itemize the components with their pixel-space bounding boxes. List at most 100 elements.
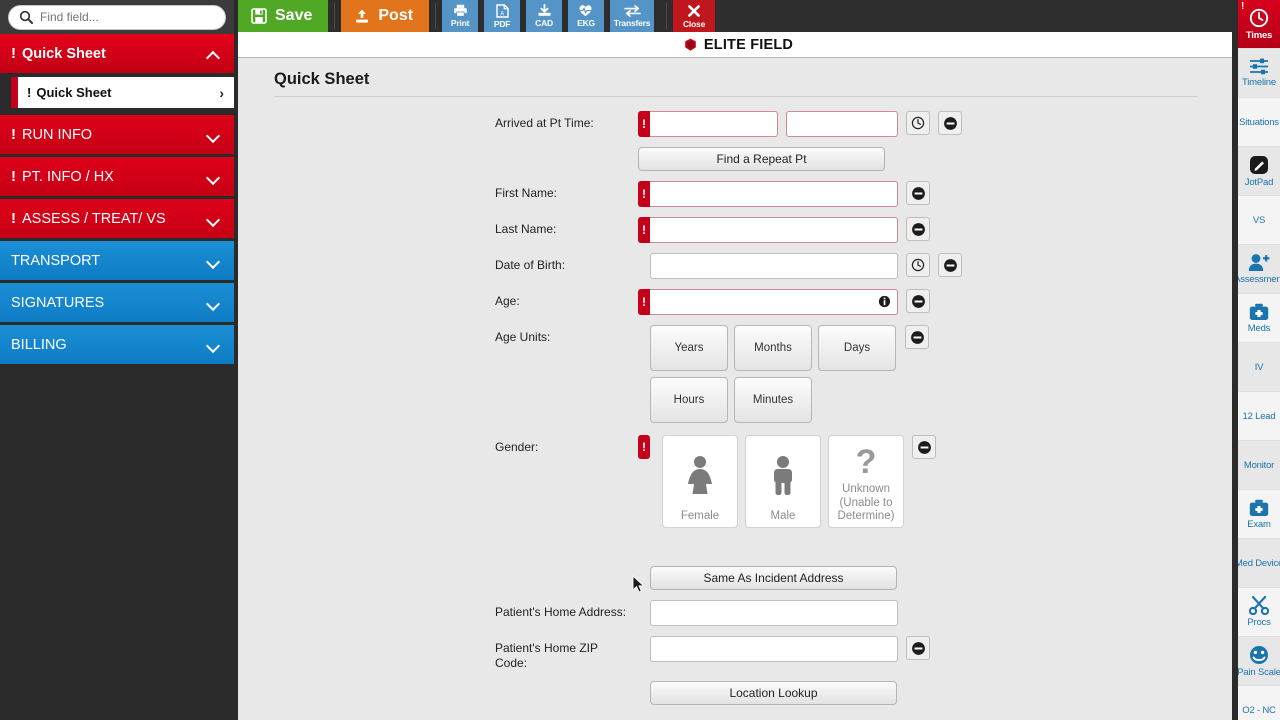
home-zip-input[interactable] xyxy=(650,636,898,662)
print-label: Print xyxy=(450,18,470,28)
first-name-clear-button[interactable] xyxy=(906,181,930,205)
age-info-icon[interactable] xyxy=(878,295,891,308)
required-marker: ! xyxy=(27,85,32,100)
gender-option-unknown[interactable]: ? Unknown (Unable to Determine) xyxy=(828,435,904,528)
rail-item-situations[interactable]: Situations xyxy=(1238,98,1280,147)
date-of-birth-clear-button[interactable] xyxy=(938,253,962,277)
age-unit-hours-button[interactable]: Hours xyxy=(650,377,728,423)
left-sidebar: ! Quick Sheet! Quick Sheet ›! RUN INFO! PT. I… xyxy=(0,0,234,720)
search-input-wrapper[interactable] xyxy=(8,4,226,30)
location-lookup-button[interactable]: Location Lookup xyxy=(650,681,897,705)
field-row-age-units: Age Units: Years Months Days Hours Minutes xyxy=(238,325,1238,423)
save-button[interactable]: Save xyxy=(238,0,329,32)
rail-item-times[interactable]: ! Times xyxy=(1238,0,1280,49)
rail-item-label: Situations xyxy=(1239,116,1279,128)
age-unit-days-button[interactable]: Days xyxy=(818,325,896,371)
rail-item-monitor[interactable]: Monitor xyxy=(1238,441,1280,490)
same-as-incident-address-button[interactable]: Same As Incident Address xyxy=(650,566,897,590)
medkit-icon xyxy=(1249,303,1269,321)
age-label: Age: xyxy=(495,294,520,308)
rail-item-jotpad[interactable]: JotPad xyxy=(1238,147,1280,196)
clock-icon xyxy=(911,258,925,272)
rail-item-iv[interactable]: IV xyxy=(1238,343,1280,392)
sidebar-item-billing[interactable]: BILLING xyxy=(0,325,234,364)
rail-item-label: Pain Scale xyxy=(1238,666,1280,678)
gauge-icon xyxy=(1249,645,1269,665)
sidebar-nav: ! Quick Sheet! Quick Sheet ›! RUN INFO! PT. I… xyxy=(0,34,234,364)
first-name-input[interactable] xyxy=(650,181,898,207)
arrived-time-clear-button[interactable] xyxy=(938,111,962,135)
find-a-repeat-pt-button[interactable]: Find a Repeat Pt xyxy=(638,147,885,171)
rail-item-o2-nc[interactable]: O2 - NC xyxy=(1238,686,1280,720)
chevron-down-icon xyxy=(207,131,220,139)
last-name-clear-button[interactable] xyxy=(906,217,930,241)
sidebar-item-pt-info-hx[interactable]: ! PT. INFO / HX xyxy=(0,157,234,196)
sidebar-item-transport[interactable]: TRANSPORT xyxy=(0,241,234,280)
age-unit-months-button[interactable]: Months xyxy=(734,325,812,371)
rail-item-procs[interactable]: Procs xyxy=(1238,588,1280,637)
rail-item-label: Procs xyxy=(1247,617,1271,628)
gender-option-female[interactable]: Female xyxy=(662,435,738,528)
close-button[interactable]: Close xyxy=(673,0,716,32)
sidebar-item-run-info[interactable]: ! RUN INFO xyxy=(0,115,234,154)
sidebar-group-signatures: SIGNATURES xyxy=(0,283,234,322)
rail-item-label: Med Device xyxy=(1238,557,1280,569)
gender-option-male[interactable]: Male xyxy=(745,435,821,528)
age-units-clear-button[interactable] xyxy=(905,325,929,349)
gender-button-group: Female Male? Unknown (Unable to Determine) xyxy=(662,435,904,528)
last-name-input[interactable] xyxy=(650,217,898,243)
field-row-gender: Gender: ! Female Male? Unknown (Unable to … xyxy=(238,435,1238,528)
rail-item-assessment[interactable]: Assessment xyxy=(1238,245,1280,294)
arrived-time-date-input[interactable] xyxy=(650,111,778,137)
home-zip-clear-button[interactable] xyxy=(906,636,930,660)
printer-icon xyxy=(453,4,468,17)
arrived-time-time-input[interactable] xyxy=(786,111,898,137)
search-input[interactable] xyxy=(40,10,215,24)
first-name-label: First Name: xyxy=(495,186,558,200)
age-unit-minutes-button[interactable]: Minutes xyxy=(734,377,812,423)
chevron-down-icon xyxy=(207,341,220,349)
main-content-panel: ELITE FIELD Quick Sheet Arrived at Pt Ti… xyxy=(238,32,1238,720)
chevron-down-icon xyxy=(207,257,220,265)
field-row-home-address: Patient's Home Address: xyxy=(238,600,1238,626)
sidebar-group-quick-sheet: ! Quick Sheet ! Quick Sheet › xyxy=(0,34,234,112)
gender-clear-button[interactable] xyxy=(912,435,936,459)
rail-item-vs[interactable]: VS xyxy=(1238,196,1280,245)
pdf-button[interactable]: A PDF xyxy=(484,0,521,32)
sidebar-item-quick-sheet[interactable]: ! Quick Sheet xyxy=(0,34,234,73)
sidebar-item-assess-treat-vs[interactable]: ! ASSESS / TREAT/ VS xyxy=(0,199,234,238)
arrived-time-now-button[interactable] xyxy=(906,111,930,135)
floppy-disk-icon xyxy=(251,8,267,24)
home-address-input[interactable] xyxy=(650,600,898,626)
sidebar-item-signatures[interactable]: SIGNATURES xyxy=(0,283,234,322)
sidebar-item-label: RUN INFO xyxy=(22,126,93,143)
rail-item-pain-scale[interactable]: Pain Scale xyxy=(1238,637,1280,686)
date-of-birth-now-button[interactable] xyxy=(906,253,930,277)
date-of-birth-input[interactable] xyxy=(650,253,898,279)
upload-icon xyxy=(356,9,369,23)
rail-item-exam[interactable]: Exam xyxy=(1238,490,1280,539)
age-input[interactable] xyxy=(650,289,898,315)
rail-item-12-lead[interactable]: 12 Lead xyxy=(1238,392,1280,441)
transfer-arrows-icon xyxy=(623,4,641,17)
sidebar-subitem-quick-sheet[interactable]: ! Quick Sheet › xyxy=(11,77,234,108)
age-clear-button[interactable] xyxy=(906,289,930,313)
transfers-label: Transfers xyxy=(613,17,651,28)
sidebar-group-pt-info-hx: ! PT. INFO / HX xyxy=(0,157,234,196)
application-window: ! Quick Sheet! Quick Sheet ›! RUN INFO! PT. I… xyxy=(0,0,1280,720)
minus-circle-icon xyxy=(943,116,957,130)
gender-option-label: Female xyxy=(680,509,720,522)
transfers-button[interactable]: Transfers xyxy=(610,0,655,32)
sidebar-item-label: SIGNATURES xyxy=(11,294,105,311)
question-mark-icon: ? xyxy=(855,442,877,481)
cad-button[interactable]: CAD xyxy=(526,0,563,32)
age-unit-years-button[interactable]: Years xyxy=(650,325,728,371)
rail-item-meds[interactable]: Meds xyxy=(1238,294,1280,343)
ekg-label: EKG xyxy=(577,18,595,28)
print-button[interactable]: Print xyxy=(442,0,479,32)
rail-item-med-device[interactable]: Med Device xyxy=(1238,539,1280,588)
post-button[interactable]: Post xyxy=(341,0,430,32)
rail-item-timeline[interactable]: Timeline xyxy=(1238,49,1280,98)
app-title-bar: ELITE FIELD xyxy=(238,32,1238,58)
ekg-button[interactable]: EKG xyxy=(568,0,605,32)
